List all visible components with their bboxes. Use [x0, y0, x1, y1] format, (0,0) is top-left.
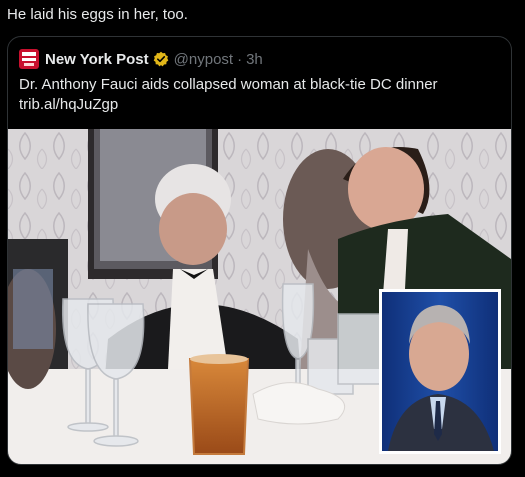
quoted-timestamp[interactable]: 3h — [246, 51, 263, 68]
quoted-post-header: New York Post @nypost · 3h — [19, 49, 263, 69]
post-text: He laid his eggs in her, too. — [7, 6, 188, 23]
quoted-link[interactable]: trib.al/hqJuZgp — [19, 95, 499, 115]
dinner-photo — [8, 129, 511, 464]
quoted-handle[interactable]: @nypost — [174, 51, 233, 68]
quoted-source-name[interactable]: New York Post — [45, 51, 149, 68]
new-york-post-logo-icon[interactable] — [19, 49, 39, 69]
quoted-post-text: Dr. Anthony Fauci aids collapsed woman a… — [19, 75, 499, 115]
quoted-headline: Dr. Anthony Fauci aids collapsed woman a… — [19, 76, 438, 93]
separator-dot: · — [237, 50, 243, 68]
quoted-post-card[interactable]: New York Post @nypost · 3h Dr. Anthony F… — [7, 36, 512, 465]
verified-badge-icon — [153, 51, 168, 67]
quoted-media-photo[interactable] — [8, 129, 511, 464]
